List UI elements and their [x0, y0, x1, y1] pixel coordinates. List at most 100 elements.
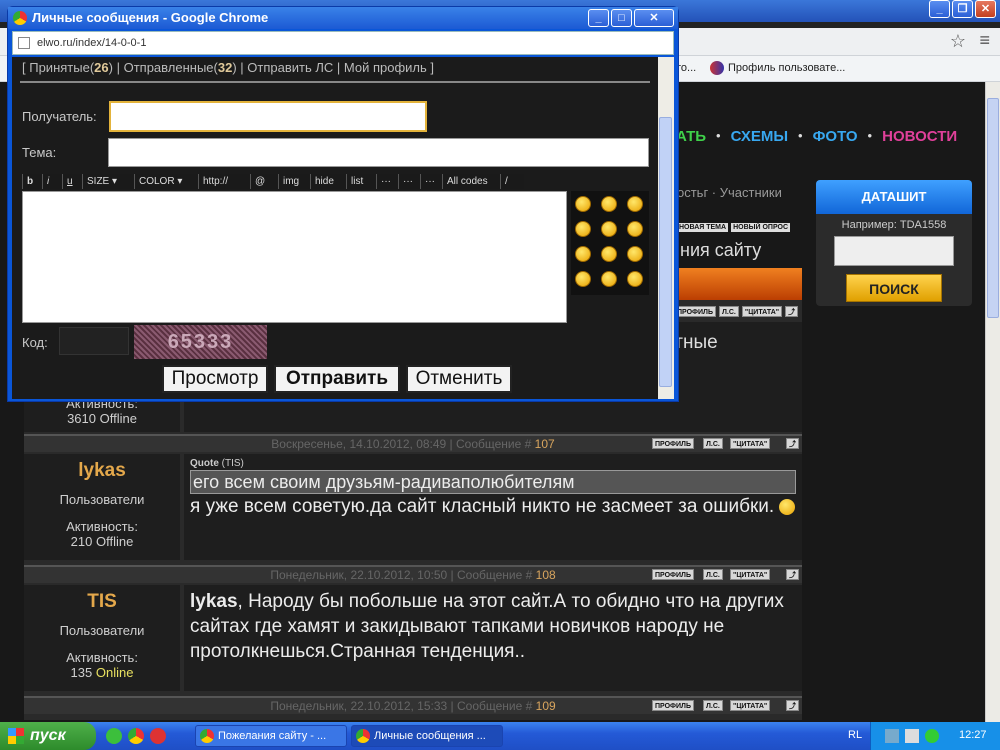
my-profile-link[interactable]: Мой профиль — [344, 60, 427, 75]
bookmark-link[interactable]: Профиль пользовате... — [728, 62, 845, 74]
grin-smiley-icon[interactable] — [601, 196, 617, 212]
network-icon[interactable] — [885, 729, 899, 743]
img-button[interactable]: img — [278, 174, 304, 189]
mentioned-user[interactable]: lykas — [190, 591, 238, 612]
cool-smiley-icon[interactable] — [627, 196, 643, 212]
close-button[interactable]: ✕ — [634, 9, 674, 27]
new-poll-button[interactable]: НОВЫЙ ОПРОС — [731, 223, 791, 232]
confused-smiley-icon[interactable] — [601, 271, 617, 287]
list-button[interactable]: list — [346, 174, 368, 189]
cancel-button[interactable]: Отменить — [406, 365, 512, 393]
chrome-icon[interactable] — [128, 728, 144, 744]
italic-button[interactable]: i — [42, 174, 54, 189]
profile-button[interactable]: ПРОФИЛЬ — [652, 700, 695, 711]
scrollbar-thumb[interactable] — [659, 117, 672, 387]
username[interactable]: lykas — [24, 460, 180, 482]
quicklaunch-icon[interactable] — [106, 728, 122, 744]
code-button[interactable]: ··· — [376, 174, 395, 189]
nav-item[interactable]: ФОТО — [813, 128, 858, 145]
language-indicator[interactable]: RL — [848, 729, 862, 741]
url-button[interactable]: http:// — [198, 174, 233, 189]
all-codes-button[interactable]: All codes — [442, 174, 492, 189]
code-button[interactable]: ··· — [420, 174, 439, 189]
new-topic-button[interactable]: НОВАЯ ТЕМА — [677, 223, 729, 232]
quote-button[interactable]: "ЦИТАТА" — [730, 700, 771, 711]
profile-button[interactable]: ПРОФИЛЬ — [652, 438, 695, 449]
minimize-button[interactable]: _ — [929, 0, 950, 18]
username[interactable]: TIS — [24, 591, 180, 613]
post-number[interactable]: 107 — [535, 437, 555, 451]
send-pm-link[interactable]: Отправить ЛС — [247, 60, 333, 75]
message-textarea[interactable] — [22, 191, 567, 323]
minimize-button[interactable]: _ — [588, 9, 609, 27]
smile-smiley-icon[interactable] — [601, 246, 617, 262]
popup-address-bar[interactable]: elwo.ru/index/14-0-0-1 — [12, 31, 674, 55]
tray-app-icon[interactable] — [925, 729, 939, 743]
underline-button[interactable]: u — [62, 174, 77, 189]
recipient-label: Получатель: — [22, 109, 97, 124]
bookmark-prefix[interactable]: то... — [676, 62, 696, 74]
subnav[interactable]: остьг · Участники — [677, 185, 782, 200]
close-button[interactable]: ✕ — [975, 0, 996, 18]
quote-button[interactable]: "ЦИТАТА" — [741, 306, 783, 317]
chrome-icon — [200, 729, 214, 743]
close-tags-button[interactable]: / — [500, 174, 512, 189]
nav-item[interactable]: НОВОСТИ — [882, 128, 957, 145]
volume-icon[interactable] — [905, 729, 919, 743]
maximize-button[interactable]: □ — [611, 9, 632, 27]
opera-icon[interactable] — [150, 728, 166, 744]
up-button[interactable]: ⤴ — [786, 700, 799, 711]
inbox-link[interactable]: Принятые(26) — [29, 60, 113, 75]
wink-smiley-icon[interactable] — [627, 221, 643, 237]
star-icon[interactable]: ☆ — [950, 31, 966, 52]
hide-button[interactable]: hide — [310, 174, 338, 189]
tongue-smiley-icon[interactable] — [575, 271, 591, 287]
task-button[interactable]: Личные сообщения ... — [351, 725, 503, 747]
task-button[interactable]: Пожелания сайту - ... — [195, 725, 347, 747]
clock[interactable]: 12:27 — [959, 729, 987, 741]
profile-button[interactable]: ПРОФИЛЬ — [674, 306, 717, 317]
sad-smiley-icon[interactable] — [575, 221, 591, 237]
background-scrollbar[interactable] — [985, 82, 1000, 722]
code-button[interactable]: ··· — [398, 174, 417, 189]
nav-item[interactable]: СХЕМЫ — [731, 128, 788, 145]
size-select[interactable]: SIZE ▾ — [82, 174, 122, 189]
popup-url[interactable]: elwo.ru/index/14-0-0-1 — [37, 37, 146, 49]
captcha-input[interactable] — [59, 327, 129, 355]
angry-smiley-icon[interactable] — [575, 196, 591, 212]
quote-button[interactable]: "ЦИТАТА" — [730, 569, 771, 580]
start-button[interactable]: пуск — [0, 722, 96, 750]
popup-titlebar[interactable]: Личные сообщения - Google Chrome _ □ ✕ — [8, 7, 678, 29]
up-button[interactable]: ⤴ — [786, 438, 799, 449]
maximize-button[interactable]: ❐ — [952, 0, 973, 18]
sent-link[interactable]: Отправленные(32) — [124, 60, 237, 75]
datasheet-input[interactable] — [834, 236, 954, 266]
subject-input[interactable] — [108, 138, 649, 167]
send-button[interactable]: Отправить — [274, 365, 400, 393]
pm-button[interactable]: Л.С. — [719, 306, 739, 317]
post-number[interactable]: 108 — [536, 568, 556, 582]
profile-button[interactable]: ПРОФИЛЬ — [652, 569, 695, 580]
scrollbar-thumb[interactable] — [987, 98, 999, 318]
nav-item[interactable]: АТЬ — [676, 128, 706, 145]
bold-button[interactable]: b — [22, 174, 38, 189]
up-button[interactable]: ⤴ — [785, 306, 799, 317]
quote-button[interactable]: "ЦИТАТА" — [730, 438, 771, 449]
pm-button[interactable]: Л.С. — [703, 700, 723, 711]
email-button[interactable]: @ — [250, 174, 270, 189]
pm-button[interactable]: Л.С. — [703, 438, 723, 449]
recipient-input[interactable] — [109, 101, 427, 132]
menu-icon[interactable]: ≡ — [979, 30, 990, 51]
post-header: Понедельник, 22.10.2012, 10:50 | Сообщен… — [24, 565, 802, 583]
surprised-smiley-icon[interactable] — [627, 246, 643, 262]
post-number[interactable]: 109 — [536, 699, 556, 713]
smirk-smiley-icon[interactable] — [601, 221, 617, 237]
preview-button[interactable]: Просмотр — [162, 365, 268, 393]
laugh-smiley-icon[interactable] — [627, 271, 643, 287]
up-button[interactable]: ⤴ — [786, 569, 799, 580]
datasheet-search-button[interactable]: ПОИСК — [846, 274, 942, 302]
worried-smiley-icon[interactable] — [575, 246, 591, 262]
color-select[interactable]: COLOR ▾ — [134, 174, 187, 189]
popup-scrollbar[interactable] — [658, 57, 674, 399]
pm-button[interactable]: Л.С. — [703, 569, 723, 580]
